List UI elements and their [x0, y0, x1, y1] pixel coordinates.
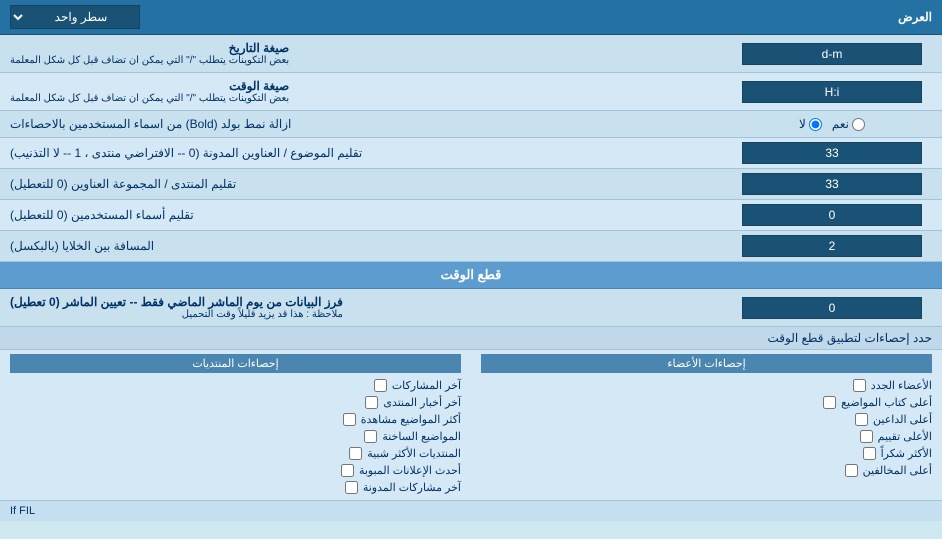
bold-remove-label-cell: ازالة نمط بولد (Bold) من اسماء المستخدمي… — [0, 111, 722, 137]
forums-stat-cb-6[interactable] — [341, 464, 354, 477]
view-select[interactable]: سطر واحدسطرينثلاثة أسطر — [10, 5, 140, 29]
members-stat-cb-6[interactable] — [845, 464, 858, 477]
members-stat-item-3[interactable]: أعلى الداعين — [481, 411, 932, 428]
bold-no-label[interactable]: لا — [799, 117, 822, 131]
forum-order-input-cell[interactable] — [722, 169, 942, 199]
time-cut-row: فرز البيانات من يوم الماشر الماضي فقط --… — [0, 289, 942, 327]
forums-stat-item-2[interactable]: آخر أخبار المنتدى — [10, 394, 461, 411]
forums-stat-item-5[interactable]: المنتديات الأكثر شبية — [10, 445, 461, 462]
time-format-label: صيغة الوقت بعض التكوينات يتطلب "/" التي … — [10, 79, 289, 104]
bold-remove-row: نعم لا ازالة نمط بولد (Bold) من اسماء ال… — [0, 111, 942, 138]
members-stat-item-5[interactable]: الأكثر شكراً — [481, 445, 932, 462]
forums-stats-header: إحصاءات المنتديات — [10, 354, 461, 373]
forums-stat-item-3[interactable]: أكثر المواضيع مشاهدة — [10, 411, 461, 428]
cell-spacing-label-cell: المسافة بين الخلايا (بالبكسل) — [0, 231, 722, 261]
bold-remove-label: ازالة نمط بولد (Bold) من اسماء المستخدمي… — [10, 117, 291, 131]
cell-spacing-row: المسافة بين الخلايا (بالبكسل) — [0, 231, 942, 262]
date-format-row: صيغة التاريخ بعض التكوينات يتطلب "/" الت… — [0, 35, 942, 73]
cell-spacing-input[interactable] — [742, 235, 922, 257]
forum-order-label: تقليم المنتدى / المجموعة العناوين (0 للت… — [10, 177, 236, 191]
forums-stat-cb-2[interactable] — [365, 396, 378, 409]
forums-stat-cb-1[interactable] — [374, 379, 387, 392]
members-stat-cb-5[interactable] — [863, 447, 876, 460]
members-stat-item-6[interactable]: أعلى المخالفين — [481, 462, 932, 479]
forums-stat-cb-4[interactable] — [364, 430, 377, 443]
cell-spacing-label: المسافة بين الخلايا (بالبكسل) — [10, 239, 154, 253]
bold-yes-radio[interactable] — [852, 118, 865, 131]
checkboxes-container: إحصاءات الأعضاء الأعضاء الجدد أعلى كتاب … — [0, 350, 942, 501]
page-title: العرض — [140, 10, 932, 24]
forum-order-input[interactable] — [742, 173, 922, 195]
forums-stat-cb-5[interactable] — [349, 447, 362, 460]
time-format-row: صيغة الوقت بعض التكوينات يتطلب "/" التي … — [0, 73, 942, 111]
bottom-text: If FIL — [0, 501, 942, 521]
time-cut-label: فرز البيانات من يوم الماشر الماضي فقط --… — [10, 295, 343, 320]
members-stat-item-1[interactable]: الأعضاء الجدد — [481, 377, 932, 394]
user-names-label: تقليم أسماء المستخدمين (0 للتعطيل) — [10, 208, 194, 222]
user-names-input[interactable] — [742, 204, 922, 226]
topic-order-row: تقليم الموضوع / العناوين المدونة (0 -- ا… — [0, 138, 942, 169]
bold-yes-label[interactable]: نعم — [832, 117, 865, 131]
forum-order-row: تقليم المنتدى / المجموعة العناوين (0 للت… — [0, 169, 942, 200]
forums-stat-cb-3[interactable] — [343, 413, 356, 426]
time-cut-section-header: قطع الوقت — [0, 262, 942, 289]
forums-stat-item-6[interactable]: أحدث الإعلانات المبوبة — [10, 462, 461, 479]
forums-stats-col: إحصاءات المنتديات آخر المشاركات آخر أخبا… — [0, 350, 471, 500]
members-stat-item-2[interactable]: أعلى كتاب المواضيع — [481, 394, 932, 411]
time-format-input[interactable] — [742, 81, 922, 103]
members-stats-header: إحصاءات الأعضاء — [481, 354, 932, 373]
members-stat-cb-4[interactable] — [860, 430, 873, 443]
bold-radio-group[interactable]: نعم لا — [799, 117, 865, 131]
forum-order-label-cell: تقليم المنتدى / المجموعة العناوين (0 للت… — [0, 169, 722, 199]
header-row: العرض سطر واحدسطرينثلاثة أسطر — [0, 0, 942, 35]
user-names-input-cell[interactable] — [722, 200, 942, 230]
members-stat-cb-2[interactable] — [823, 396, 836, 409]
limit-label: حدد إحصاءات لتطبيق قطع الوقت — [10, 331, 932, 345]
date-format-label: صيغة التاريخ بعض التكوينات يتطلب "/" الت… — [10, 41, 289, 66]
forums-stat-item-4[interactable]: المواضيع الساخنة — [10, 428, 461, 445]
time-format-input-cell[interactable] — [722, 73, 942, 110]
members-stat-cb-1[interactable] — [853, 379, 866, 392]
forums-stat-item-7[interactable]: آخر مشاركات المدونة — [10, 479, 461, 496]
date-format-input[interactable] — [742, 43, 922, 65]
forums-stat-item-1[interactable]: آخر المشاركات — [10, 377, 461, 394]
bold-no-radio[interactable] — [809, 118, 822, 131]
bold-remove-input-cell[interactable]: نعم لا — [722, 111, 942, 137]
view-select-container[interactable]: سطر واحدسطرينثلاثة أسطر — [10, 5, 140, 29]
time-cut-label-cell: فرز البيانات من يوم الماشر الماضي فقط --… — [0, 289, 722, 326]
members-stat-item-4[interactable]: الأعلى تقييم — [481, 428, 932, 445]
topic-order-label-cell: تقليم الموضوع / العناوين المدونة (0 -- ا… — [0, 138, 722, 168]
members-stat-cb-3[interactable] — [855, 413, 868, 426]
date-format-label-cell: صيغة التاريخ بعض التكوينات يتطلب "/" الت… — [0, 35, 722, 72]
main-container: العرض سطر واحدسطرينثلاثة أسطر صيغة التار… — [0, 0, 942, 521]
topic-order-input-cell[interactable] — [722, 138, 942, 168]
date-format-input-cell[interactable] — [722, 35, 942, 72]
forums-stat-cb-7[interactable] — [345, 481, 358, 494]
user-names-row: تقليم أسماء المستخدمين (0 للتعطيل) — [0, 200, 942, 231]
topic-order-input[interactable] — [742, 142, 922, 164]
time-cut-input-cell[interactable] — [722, 289, 942, 326]
limit-header-row: حدد إحصاءات لتطبيق قطع الوقت — [0, 327, 942, 350]
user-names-label-cell: تقليم أسماء المستخدمين (0 للتعطيل) — [0, 200, 722, 230]
members-stats-col: إحصاءات الأعضاء الأعضاء الجدد أعلى كتاب … — [471, 350, 942, 500]
topic-order-label: تقليم الموضوع / العناوين المدونة (0 -- ا… — [10, 146, 362, 160]
cell-spacing-input-cell[interactable] — [722, 231, 942, 261]
time-cut-input[interactable] — [742, 297, 922, 319]
time-format-label-cell: صيغة الوقت بعض التكوينات يتطلب "/" التي … — [0, 73, 722, 110]
